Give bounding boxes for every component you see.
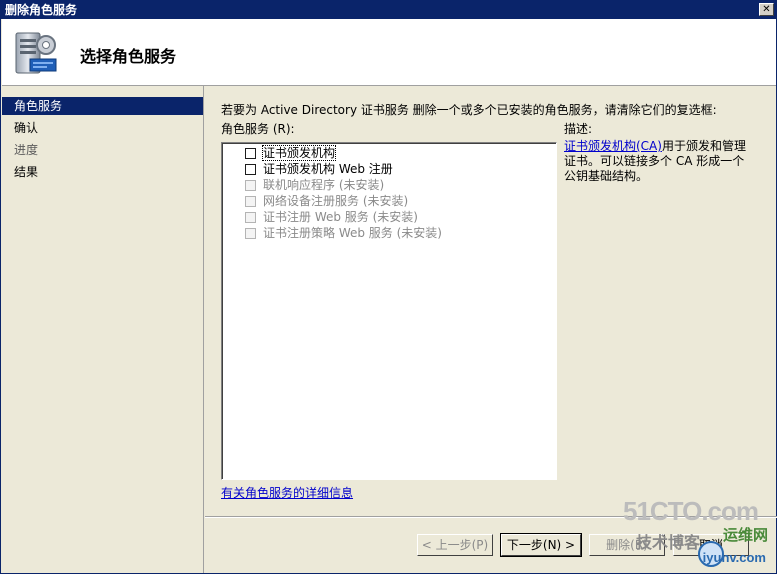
- server-roles-icon: [15, 32, 57, 74]
- role-item-certificate-authority[interactable]: 证书颁发机构: [245, 145, 337, 161]
- role-services-list[interactable]: 证书颁发机构 证书颁发机构 Web 注册 联机响应程序 (未安装) 网络设备注册…: [221, 142, 557, 480]
- role-item-label: 网络设备注册服务 (未安装): [263, 194, 409, 208]
- description-label: 描述:: [564, 122, 593, 136]
- checkbox: [245, 212, 256, 223]
- checkbox: [245, 180, 256, 191]
- wizard-steps-nav: 角色服务 确认 进度 结果: [2, 86, 204, 573]
- role-item-cert-enrollment-policy-web-service: 证书注册策略 Web 服务 (未安装): [245, 225, 442, 241]
- instruction-text: 若要为 Active Directory 证书服务 删除一个或多个已安装的角色服…: [221, 103, 717, 117]
- role-item-ndes: 网络设备注册服务 (未安装): [245, 193, 408, 209]
- checkbox[interactable]: [245, 148, 256, 159]
- role-item-label: 证书注册 Web 服务 (未安装): [263, 210, 418, 224]
- wizard-footer: < 上一步(P) 下一步(N) > 删除(R) 取消: [205, 516, 777, 574]
- role-item-online-responder: 联机响应程序 (未安装): [245, 177, 384, 193]
- checkbox: [245, 196, 256, 207]
- main-content: 若要为 Active Directory 证书服务 删除一个或多个已安装的角色服…: [205, 86, 777, 516]
- checkbox[interactable]: [245, 164, 256, 175]
- remove-button[interactable]: 删除(R): [589, 534, 665, 556]
- role-description: 证书颁发机构(CA)用于颁发和管理证书。可以链接多个 CA 形成一个公钥基础结构…: [564, 139, 754, 184]
- close-button[interactable]: ✕: [759, 3, 774, 16]
- nav-item-role-services[interactable]: 角色服务: [2, 97, 203, 115]
- next-button[interactable]: 下一步(N) >: [500, 533, 582, 557]
- ca-description-link[interactable]: 证书颁发机构(CA): [564, 139, 662, 153]
- role-item-cert-enrollment-web-service: 证书注册 Web 服务 (未安装): [245, 209, 418, 225]
- nav-item-confirmation[interactable]: 确认: [2, 119, 203, 137]
- close-icon: ✕: [762, 4, 771, 15]
- window-title: 删除角色服务: [5, 3, 78, 17]
- cancel-button[interactable]: 取消: [673, 534, 749, 556]
- nav-item-results[interactable]: 结果: [2, 163, 203, 181]
- role-services-label: 角色服务 (R):: [221, 122, 295, 136]
- role-item-ca-web-enrollment[interactable]: 证书颁发机构 Web 注册: [245, 161, 393, 177]
- page-title: 选择角色服务: [80, 47, 177, 66]
- more-info-link[interactable]: 有关角色服务的详细信息: [221, 484, 353, 501]
- wizard-header: 选择角色服务: [2, 19, 776, 86]
- role-item-label: 联机响应程序 (未安装): [263, 178, 385, 192]
- nav-item-progress[interactable]: 进度: [2, 141, 203, 159]
- remove-role-services-window: 删除角色服务 ✕ 选择角色服务 角色服务 确认 进度 结果 若要为 Active…: [0, 0, 777, 574]
- title-bar[interactable]: 删除角色服务 ✕: [1, 1, 776, 19]
- role-item-label: 证书颁发机构 Web 注册: [263, 162, 393, 176]
- role-item-label: 证书颁发机构: [261, 145, 337, 161]
- back-button[interactable]: < 上一步(P): [417, 534, 493, 556]
- role-item-label: 证书注册策略 Web 服务 (未安装): [263, 226, 442, 240]
- checkbox: [245, 228, 256, 239]
